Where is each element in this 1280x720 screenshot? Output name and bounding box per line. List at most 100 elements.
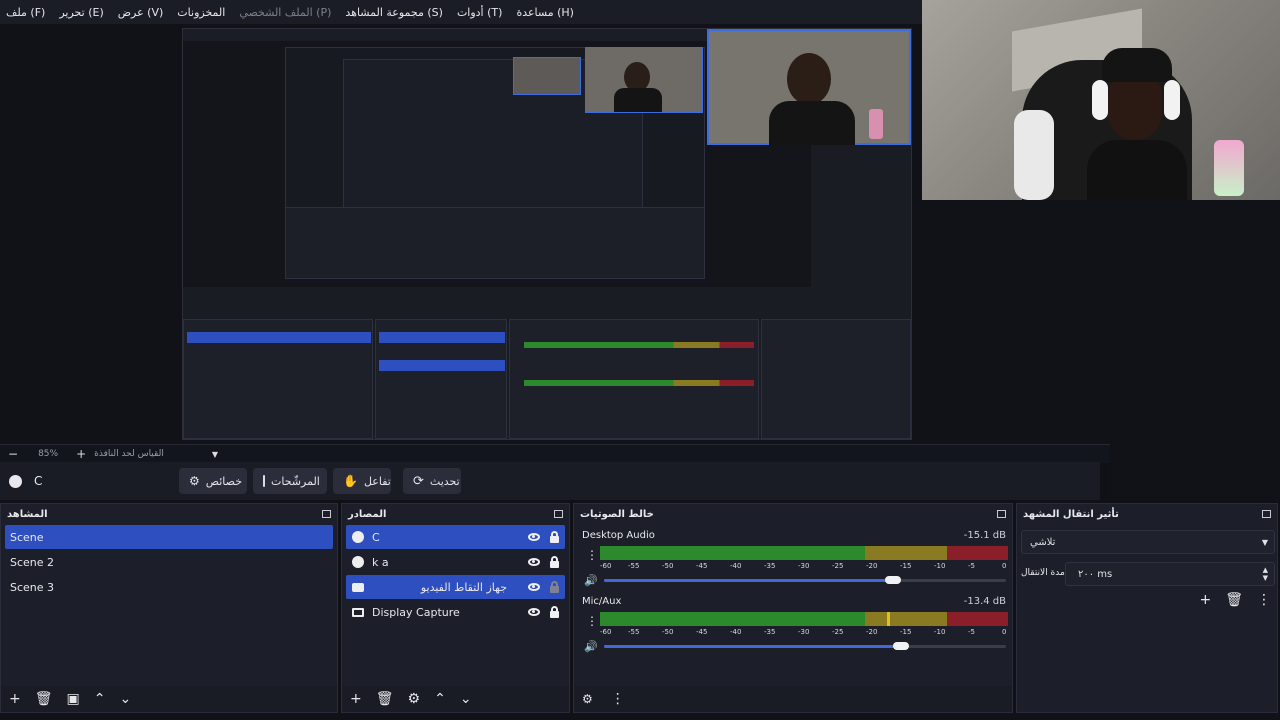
meter-tick-label: -20	[866, 628, 878, 636]
volume-knob[interactable]	[885, 576, 902, 584]
menu-help[interactable]: مساعدة (H)	[516, 6, 574, 19]
zoom-fit-label[interactable]: القياس لحد النافذة	[94, 449, 164, 459]
meter-tick-label: -20	[866, 562, 878, 570]
track-menu-icon[interactable]: ⋮	[586, 548, 598, 562]
scene-item[interactable]: Scene 2	[5, 550, 333, 574]
nested-sources-dock	[375, 319, 507, 439]
add-scene-icon[interactable]: +	[9, 691, 21, 707]
refresh-button[interactable]: ⟳ تحديث	[403, 468, 461, 494]
menu-view[interactable]: عرض (V)	[118, 6, 164, 19]
camera-icon	[352, 582, 364, 592]
sources-footer: + 🗑 ⚙ ⌃ ⌄	[342, 686, 569, 712]
visibility-eye-icon[interactable]	[528, 583, 540, 591]
scenes-footer: + 🗑 ▣ ⌃ ⌄	[1, 686, 337, 712]
source-item[interactable]: C	[346, 525, 565, 549]
source-item[interactable]: k a	[346, 550, 565, 574]
undock-icon[interactable]	[554, 510, 563, 518]
move-down-icon[interactable]: ⌄	[460, 691, 472, 707]
menu-edit[interactable]: تحرير (E)	[59, 6, 103, 19]
transition-menu-icon[interactable]: ⋮	[1257, 592, 1271, 608]
properties-button[interactable]: ⚙ خصائص	[179, 468, 247, 494]
meter-tick-label: -30	[798, 562, 810, 570]
undock-icon[interactable]	[997, 510, 1006, 518]
transition-select[interactable]: تلاشي ▼	[1021, 530, 1275, 554]
zoom-value: 85%	[38, 449, 59, 459]
advanced-audio-icon[interactable]: ⚙	[582, 692, 593, 706]
lock-icon[interactable]	[550, 530, 559, 543]
undock-icon[interactable]	[322, 510, 331, 518]
duration-spinbox[interactable]: ٢٠٠ ms ▲ ▼	[1065, 562, 1275, 586]
mixer-menu-icon[interactable]: ⋮	[611, 691, 625, 707]
monitor-icon	[352, 607, 364, 617]
move-up-icon[interactable]: ⌃	[434, 691, 446, 707]
visibility-eye-icon[interactable]	[528, 608, 540, 616]
interact-button[interactable]: ✋ تفاعل	[333, 468, 391, 494]
menu-docks[interactable]: المخزونات	[177, 6, 225, 19]
remove-transition-icon[interactable]: 🗑	[1225, 592, 1243, 608]
meter-tick-label: -60	[600, 562, 612, 570]
mixer-dock-title: خالط الصوتيات	[580, 508, 654, 520]
zoom-in-button[interactable]: +	[76, 447, 86, 461]
scene-item[interactable]: Scene	[5, 525, 333, 549]
scene-filters-icon[interactable]: ▣	[67, 691, 80, 707]
source-item[interactable]: جهاز التقاط الفيديو	[346, 575, 565, 599]
transitions-dock-title: تأثير انتقال المشهد	[1023, 508, 1119, 520]
meter-tick-label: -40	[730, 628, 742, 636]
menu-tools[interactable]: أدوات (T)	[457, 6, 503, 19]
nested-webcam-small	[513, 57, 581, 95]
webcam-overlay	[922, 0, 1280, 200]
spin-arrows-icon[interactable]: ▲ ▼	[1263, 566, 1268, 582]
scene-label: Scene 2	[10, 555, 55, 569]
volume-knob[interactable]	[893, 642, 910, 650]
remove-source-icon[interactable]: 🗑	[376, 691, 394, 707]
nested-transition-dock	[761, 319, 911, 439]
undock-icon[interactable]	[1262, 510, 1271, 518]
zoom-out-button[interactable]: −	[8, 447, 18, 461]
filter-icon	[263, 475, 265, 487]
zoom-dropdown-icon[interactable]: ▼	[212, 450, 218, 459]
lock-icon[interactable]	[550, 580, 559, 593]
filters-label: المرشّحات	[271, 474, 320, 488]
source-label: جهاز التقاط الفيديو	[420, 580, 507, 594]
meter-tick-label: -10	[934, 628, 946, 636]
scenes-dock: المشاهد Scene Scene 2 Scene 3 + 🗑 ▣ ⌃ ⌄	[0, 503, 338, 713]
browser-source-icon	[9, 474, 22, 488]
mixer-track-desktop: Desktop Audio -15.1 dB ⋮ -60 -55 -50 -45 -40…	[582, 530, 1008, 590]
meter-tick-label: 0	[1002, 562, 1007, 570]
scene-item[interactable]: Scene 3	[5, 575, 333, 599]
move-up-icon[interactable]: ⌃	[94, 691, 106, 707]
add-source-icon[interactable]: +	[350, 691, 362, 707]
meter-tick-label: -40	[730, 562, 742, 570]
source-item[interactable]: Display Capture	[346, 600, 565, 624]
track-db: -15.1 dB	[963, 530, 1006, 541]
menu-profile[interactable]: الملف الشخصي (P)	[239, 6, 331, 19]
headphone-left	[1092, 80, 1108, 120]
scene-transitions-dock: تأثير انتقال المشهد تلاشي ▼ مدة الانتقال…	[1016, 503, 1278, 713]
meter-tick-label: -25	[832, 628, 844, 636]
audio-mixer-dock: خالط الصوتيات Desktop Audio -15.1 dB ⋮ -…	[573, 503, 1013, 713]
meter-tick-label: -35	[764, 562, 776, 570]
preview-canvas[interactable]	[182, 28, 912, 440]
visibility-eye-icon[interactable]	[528, 558, 540, 566]
move-down-icon[interactable]: ⌄	[119, 691, 131, 707]
meter-tick-label: -55	[628, 628, 640, 636]
refresh-label: تحديث	[429, 474, 460, 488]
speaker-icon[interactable]: 🔊	[584, 640, 598, 653]
filters-button[interactable]: المرشّحات	[253, 468, 327, 494]
zoom-bar: − 85% + القياس لحد النافذة ▼	[0, 444, 1110, 463]
nested-scenes-dock	[183, 319, 373, 439]
track-menu-icon[interactable]: ⋮	[586, 614, 598, 628]
lock-icon[interactable]	[550, 605, 559, 618]
speaker-icon[interactable]: 🔊	[584, 574, 598, 587]
menu-scene-collection[interactable]: مجموعة المشاهد (S)	[345, 6, 443, 19]
visibility-eye-icon[interactable]	[528, 533, 540, 541]
properties-label: خصائص	[205, 474, 242, 488]
audio-meter	[600, 546, 1008, 560]
browser-icon	[352, 556, 364, 568]
meter-ticks: -60 -55 -50 -45 -40 -35 -30 -25 -20 -15 -10 -5 0	[600, 628, 1008, 638]
remove-scene-icon[interactable]: 🗑	[35, 691, 53, 707]
lock-icon[interactable]	[550, 555, 559, 568]
source-properties-icon[interactable]: ⚙	[408, 691, 421, 707]
add-transition-icon[interactable]: +	[1199, 592, 1211, 608]
menu-file[interactable]: ملف (F)	[6, 6, 45, 19]
